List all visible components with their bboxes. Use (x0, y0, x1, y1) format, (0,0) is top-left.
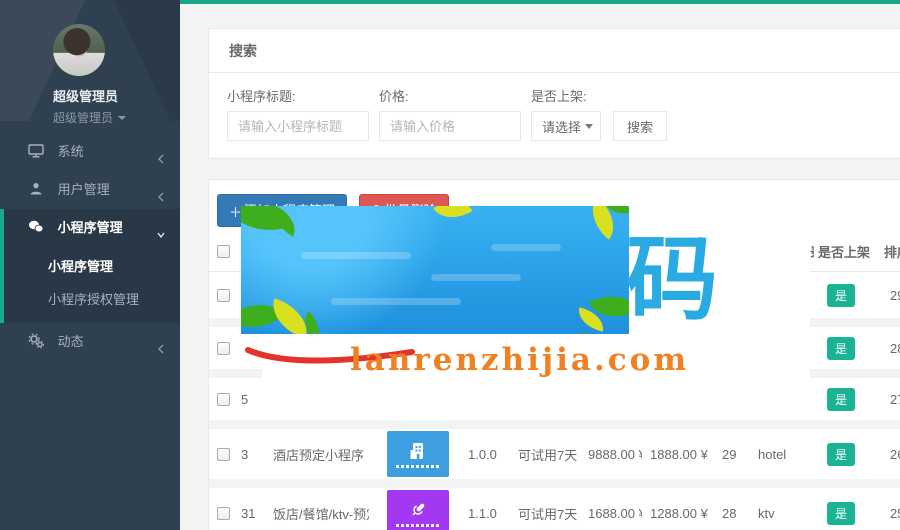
hotel-thumbnail[interactable] (387, 431, 449, 477)
field-title-label: 小程序标题: (227, 86, 369, 105)
search-form: 小程序标题: 价格: 是否上架: 请选择 搜索 (209, 73, 900, 158)
main-content: 搜索 小程序标题: 价格: 是否上架: 请选择 搜索 (180, 0, 900, 530)
cogs-icon (28, 333, 44, 349)
listed-badge: 是 (827, 502, 855, 525)
table-row: 31饭店/餐馆/ktv-预定 1.1.0可试用7天 1688.00 ¥1288.… (209, 484, 900, 530)
table-header-row: ID 小程序标题 展示图片 版本号 体验天数 价格 活动价 模板 小程序目录 是… (209, 237, 900, 272)
plus-icon: ＋ (229, 202, 242, 221)
title-input[interactable] (227, 111, 369, 141)
chevron-down-icon (156, 220, 166, 236)
field-price: 价格: (379, 86, 521, 141)
sidebar-item-users[interactable]: 用户管理 (0, 171, 180, 209)
sidebar-item-label: 动态 (58, 334, 84, 349)
listed-badge: 是 (827, 284, 855, 307)
top-accent-strip (180, 0, 900, 4)
listed-select[interactable]: 请选择 (531, 111, 601, 141)
wechat-icon (28, 219, 44, 235)
sidebar: 超级管理员 超级管理员 系统 用户管理 小程序管理 小程序管理 小程序授权管理 (0, 0, 180, 530)
field-title: 小程序标题: (227, 86, 369, 141)
select-caret-icon (585, 124, 593, 129)
row-checkbox[interactable] (217, 448, 230, 461)
sidebar-item-miniprogram[interactable]: 小程序管理 (4, 209, 180, 247)
sidebar-item-activity[interactable]: 动态 (0, 323, 180, 361)
user-profile: 超级管理员 超级管理员 (0, 0, 180, 121)
col-template: 模板 (714, 237, 754, 272)
caret-down-icon (118, 116, 126, 120)
listed-badge: 是 (827, 388, 855, 411)
sidebar-nav: 系统 用户管理 小程序管理 小程序管理 小程序授权管理 动态 (0, 133, 180, 361)
col-title: 小程序标题 (269, 237, 369, 272)
col-price: 价格 (584, 237, 642, 272)
sidebar-item-system[interactable]: 系统 (0, 133, 180, 171)
field-price-label: 价格: (379, 86, 521, 105)
row-checkbox[interactable] (217, 393, 230, 406)
chevron-left-icon (156, 182, 166, 198)
user-role-dropdown[interactable]: 超级管理员 (53, 109, 180, 126)
search-button[interactable]: 搜索 (613, 111, 667, 141)
table-row: 3酒店预定小程序 1.0.0可试用7天 9888.00 ¥1888.00 ¥ 2… (209, 425, 900, 484)
sidebar-item-label: 系统 (58, 144, 84, 159)
trash-icon (371, 205, 382, 220)
sidebar-subitem-miniprogram-auth[interactable]: 小程序授权管理 (4, 282, 180, 315)
add-miniprogram-button[interactable]: ＋添加小程序管理 (217, 194, 347, 227)
thumbnail-caption (396, 465, 440, 468)
desktop-icon (28, 143, 44, 159)
sidebar-item-label: 小程序管理 (58, 220, 123, 235)
col-dir: 小程序目录 (754, 237, 814, 272)
search-action: 搜索 (611, 111, 667, 141)
col-sort: 排序 (876, 237, 900, 272)
table-row: 是 28 (209, 323, 900, 374)
sidebar-submenu: 小程序管理 小程序授权管理 (4, 247, 180, 323)
thumbnail-caption (396, 524, 440, 527)
row-checkbox[interactable] (217, 342, 230, 355)
chevron-left-icon (156, 334, 166, 350)
search-panel: 搜索 小程序标题: 价格: 是否上架: 请选择 搜索 (208, 28, 900, 159)
field-listed: 是否上架: 请选择 (531, 86, 601, 141)
table-toolbar: ＋添加小程序管理 批量删除 (209, 194, 900, 237)
chevron-left-icon (156, 144, 166, 160)
listed-badge: 是 (827, 443, 855, 466)
ktv-thumbnail[interactable] (387, 490, 449, 530)
user-icon (28, 181, 44, 197)
sidebar-group-miniprogram: 小程序管理 小程序管理 小程序授权管理 (0, 209, 180, 323)
miniprogram-table: ID 小程序标题 展示图片 版本号 体验天数 价格 活动价 模板 小程序目录 是… (209, 237, 900, 530)
building-icon (408, 441, 428, 461)
col-image: 展示图片 (369, 237, 464, 272)
user-name: 超级管理员 (53, 86, 180, 105)
price-input[interactable] (379, 111, 521, 141)
col-id: ID (233, 237, 269, 272)
table-panel: ＋添加小程序管理 批量删除 ID 小程序标题 展示图片 版本号 体验天数 价格 … (208, 179, 900, 530)
field-listed-label: 是否上架: (531, 86, 601, 105)
user-role-label: 超级管理员 (53, 111, 113, 125)
avatar[interactable] (53, 24, 105, 76)
listed-select-value: 请选择 (542, 117, 581, 136)
col-activity: 活动价 (642, 237, 714, 272)
select-all-checkbox[interactable] (217, 245, 230, 258)
sidebar-subitem-miniprogram-manage[interactable]: 小程序管理 (4, 249, 180, 282)
listed-badge: 是 (827, 337, 855, 360)
row-checkbox[interactable] (217, 289, 230, 302)
search-panel-title: 搜索 (209, 29, 900, 73)
table-row: 是 29 (209, 272, 900, 323)
batch-delete-button[interactable]: 批量删除 (359, 194, 448, 226)
row-checkbox[interactable] (217, 507, 230, 520)
col-version: 版本号 (464, 237, 514, 272)
col-listed: 是否上架 (814, 237, 876, 272)
sidebar-item-label: 用户管理 (58, 182, 110, 197)
microphone-icon (408, 500, 428, 520)
col-days: 体验天数 (514, 237, 584, 272)
table-row: 5 是 27 (209, 374, 900, 425)
